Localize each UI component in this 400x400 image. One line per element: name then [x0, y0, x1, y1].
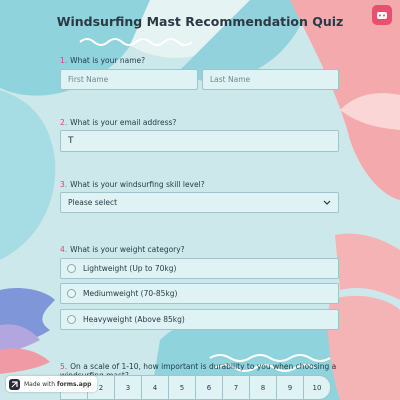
question-text: What is your weight category? — [70, 245, 185, 254]
question-text: What is your name? — [70, 56, 146, 65]
edit-icon[interactable] — [372, 5, 392, 25]
question-4-label: 4. What is your weight category? — [60, 245, 185, 254]
question-1-label: 1. What is your name? — [60, 56, 145, 65]
select-value: Please select — [68, 198, 118, 207]
chevron-down-icon — [323, 200, 331, 205]
last-name-input[interactable]: Last Name — [202, 69, 339, 90]
question-number: 4. — [60, 245, 68, 254]
radio-icon[interactable] — [67, 315, 76, 324]
scale-option-3[interactable]: 3 — [114, 375, 142, 400]
durability-scale: 1 2 3 4 5 6 7 8 9 10 — [60, 375, 331, 400]
scale-option-8[interactable]: 8 — [249, 375, 277, 400]
scale-option-7[interactable]: 7 — [222, 375, 250, 400]
email-input[interactable]: T — [60, 130, 339, 152]
question-number: 2. — [60, 118, 68, 127]
scale-option-5[interactable]: 5 — [168, 375, 196, 400]
scale-option-6[interactable]: 6 — [195, 375, 223, 400]
weight-option-mediumweight[interactable]: Mediumweight (70-85kg) — [60, 283, 339, 304]
option-label: Lightweight (Up to 70kg) — [83, 264, 177, 273]
made-with-badge[interactable]: Made with forms.app — [6, 376, 98, 392]
scale-option-10[interactable]: 10 — [303, 375, 331, 400]
question-2-label: 2. What is your email address? — [60, 118, 176, 127]
question-text: What is your email address? — [70, 118, 177, 127]
weight-option-heavyweight[interactable]: Heavyweight (Above 85kg) — [60, 309, 339, 330]
weight-option-lightweight[interactable]: Lightweight (Up to 70kg) — [60, 258, 339, 279]
badge-prefix: Made with — [24, 380, 55, 388]
scale-option-9[interactable]: 9 — [276, 375, 304, 400]
radio-icon[interactable] — [67, 289, 76, 298]
first-name-input[interactable]: First Name — [60, 69, 198, 90]
option-label: Mediumweight (70-85kg) — [83, 289, 178, 298]
skill-level-select[interactable]: Please select — [60, 192, 339, 213]
page-title: Windsurfing Mast Recommendation Quiz — [56, 14, 344, 29]
badge-brand: forms.app — [57, 380, 92, 388]
title-wave-decoration — [79, 38, 193, 46]
question-number: 1. — [60, 56, 68, 65]
forms-app-logo-icon — [9, 378, 20, 390]
question-text: What is your windsurfing skill level? — [70, 180, 205, 189]
radio-icon[interactable] — [67, 264, 76, 273]
question-number: 3. — [60, 180, 68, 189]
option-label: Heavyweight (Above 85kg) — [83, 315, 185, 324]
scale-option-4[interactable]: 4 — [141, 375, 169, 400]
question-number: 5. — [60, 362, 68, 371]
question-3-label: 3. What is your windsurfing skill level? — [60, 180, 205, 189]
